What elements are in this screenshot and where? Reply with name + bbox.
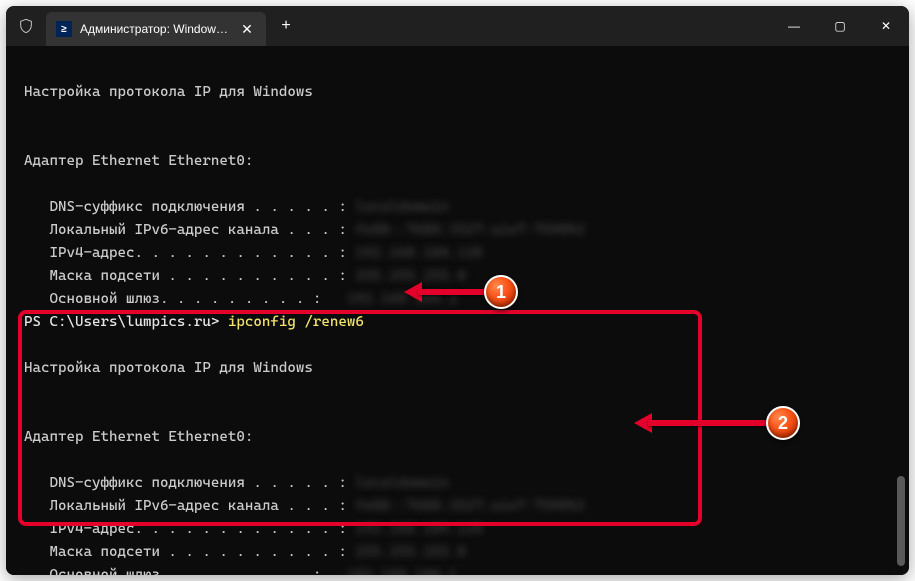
tab-title: Администратор: Windows Pc — [80, 22, 230, 36]
tab-close-button[interactable]: ✕ — [238, 22, 256, 36]
powershell-icon: ≥ — [56, 21, 72, 37]
terminal-window: ≥ Администратор: Windows Pc ✕ + — ▢ ✕ На… — [6, 6, 909, 575]
new-tab-button[interactable]: + — [270, 6, 302, 46]
tab-powershell[interactable]: ≥ Администратор: Windows Pc ✕ — [46, 12, 266, 46]
minimize-button[interactable]: — — [771, 6, 817, 46]
maximize-button[interactable]: ▢ — [817, 6, 863, 46]
terminal-output[interactable]: Настройка протокола IP для Windows Адапт… — [6, 46, 909, 575]
scrollbar-thumb[interactable] — [897, 476, 905, 566]
titlebar-drag-area[interactable] — [302, 6, 771, 46]
scrollbar-track[interactable] — [895, 46, 907, 573]
shield-icon — [6, 6, 46, 46]
titlebar: ≥ Администратор: Windows Pc ✕ + — ▢ ✕ — [6, 6, 909, 46]
close-window-button[interactable]: ✕ — [863, 6, 909, 46]
